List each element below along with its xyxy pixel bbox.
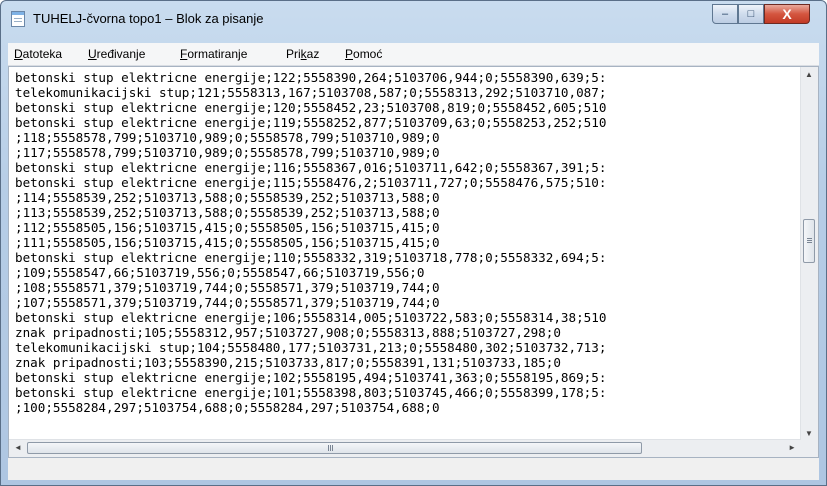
horizontal-scrollbar[interactable]: ◄ ►: [9, 439, 801, 457]
close-icon: X: [782, 6, 792, 22]
close-button[interactable]: X: [764, 4, 810, 24]
text-line[interactable]: ;100;5558284,297;5103754,688;0;5558284,2…: [15, 400, 795, 415]
text-line[interactable]: ;111;5558505,156;5103715,415;0;5558505,1…: [15, 235, 795, 250]
text-line[interactable]: ;113;5558539,252;5103713,588;0;5558539,2…: [15, 205, 795, 220]
menu-prikaz[interactable]: Prikaz: [286, 47, 319, 61]
vertical-scroll-thumb[interactable]: [803, 219, 815, 263]
grip-icon: [328, 445, 334, 451]
menu-formatiranje[interactable]: Formatiranje: [180, 47, 247, 61]
editor-text[interactable]: betonski stup elektricne energije;122;55…: [15, 70, 795, 415]
text-line[interactable]: betonski stup elektricne energije;110;55…: [15, 250, 795, 265]
scrollbar-corner: [801, 440, 818, 457]
maximize-icon: □: [747, 8, 755, 20]
text-line[interactable]: betonski stup elektricne energije;106;55…: [15, 310, 795, 325]
text-line[interactable]: ;118;5558578,799;5103710,989;0;5558578,7…: [15, 130, 795, 145]
text-line[interactable]: znak pripadnosti;105;5558312,957;5103727…: [15, 325, 795, 340]
menu-bar: Datoteka Uređivanje Formatiranje Prikaz …: [8, 43, 819, 66]
menu-datoteka[interactable]: Datoteka: [14, 47, 62, 61]
text-line[interactable]: betonski stup elektricne energije;119;55…: [15, 115, 795, 130]
scroll-down-icon[interactable]: ▼: [805, 429, 813, 438]
notepad-icon[interactable]: [11, 11, 25, 27]
text-line[interactable]: ;114;5558539,252;5103713,588;0;5558539,2…: [15, 190, 795, 205]
text-line[interactable]: betonski stup elektricne energije;101;55…: [15, 385, 795, 400]
notepad-window: TUHELJ-čvorna topo1 – Blok za pisanje – …: [0, 0, 827, 486]
text-line[interactable]: ;107;5558571,379;5103719,744;0;5558571,3…: [15, 295, 795, 310]
menu-uredivanje[interactable]: Uređivanje: [88, 47, 145, 61]
text-line[interactable]: ;108;5558571,379;5103719,744;0;5558571,3…: [15, 280, 795, 295]
text-line[interactable]: telekomunikacijski stup;104;5558480,177;…: [15, 340, 795, 355]
text-line[interactable]: betonski stup elektricne energije;115;55…: [15, 175, 795, 190]
vertical-scrollbar[interactable]: ▲ ▼: [800, 67, 818, 441]
maximize-button[interactable]: □: [738, 4, 764, 24]
text-editor[interactable]: betonski stup elektricne energije;122;55…: [8, 66, 819, 458]
text-line[interactable]: telekomunikacijski stup;121;5558313,167;…: [15, 85, 795, 100]
scroll-right-icon[interactable]: ►: [788, 443, 796, 452]
horizontal-scroll-thumb[interactable]: [27, 442, 642, 454]
scroll-up-icon[interactable]: ▲: [805, 70, 813, 79]
text-line[interactable]: znak pripadnosti;103;5558390,215;5103733…: [15, 355, 795, 370]
grip-icon: [807, 238, 812, 244]
menu-pomoc[interactable]: Pomoć: [345, 47, 382, 61]
window-bottom-frame: [8, 458, 819, 480]
text-line[interactable]: betonski stup elektricne energije;116;55…: [15, 160, 795, 175]
text-line[interactable]: betonski stup elektricne energije;102;55…: [15, 370, 795, 385]
text-line[interactable]: betonski stup elektricne energije;122;55…: [15, 70, 795, 85]
title-bar[interactable]: TUHELJ-čvorna topo1 – Blok za pisanje – …: [1, 1, 826, 38]
scroll-left-icon[interactable]: ◄: [14, 443, 22, 452]
minimize-button[interactable]: –: [712, 4, 738, 24]
text-line[interactable]: ;117;5558578,799;5103710,989;0;5558578,7…: [15, 145, 795, 160]
minimize-icon: –: [721, 8, 729, 20]
window-title: TUHELJ-čvorna topo1 – Blok za pisanje: [33, 11, 264, 26]
text-line[interactable]: ;109;5558547,66;5103719,556;0;5558547,66…: [15, 265, 795, 280]
text-line[interactable]: betonski stup elektricne energije;120;55…: [15, 100, 795, 115]
text-line[interactable]: ;112;5558505,156;5103715,415;0;5558505,1…: [15, 220, 795, 235]
